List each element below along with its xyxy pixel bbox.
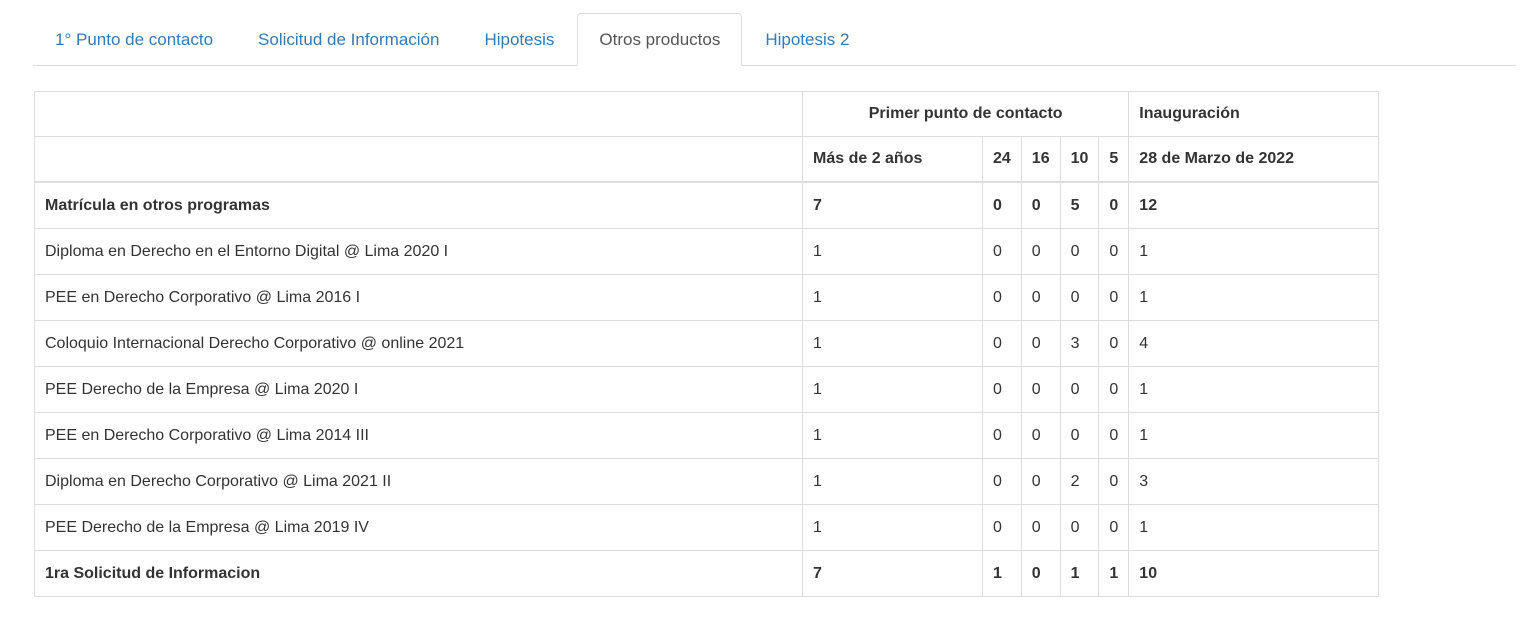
row-label: Matrícula en otros programas xyxy=(34,181,803,229)
sub-header-row: Más de 2 años 24 16 10 5 28 de Marzo de … xyxy=(34,136,1380,183)
row-value: 0 xyxy=(1098,274,1130,321)
row-label: PEE Derecho de la Empresa @ Lima 2019 IV xyxy=(34,504,803,551)
row-value: 0 xyxy=(1020,181,1061,229)
tab-otros-productos[interactable]: Otros productos xyxy=(577,13,743,66)
empty-subheader-cell xyxy=(34,136,803,183)
row-value: 1 xyxy=(802,228,983,275)
table-row: 1ra Solicitud de Informacion 7 1 0 1 1 10 xyxy=(34,550,1380,597)
row-value: 3 xyxy=(1059,320,1100,367)
row-value: 1 xyxy=(802,320,983,367)
row-value: 0 xyxy=(1098,320,1130,367)
row-value: 0 xyxy=(982,228,1022,275)
subheader-cell: 16 xyxy=(1020,136,1061,183)
row-value: 1 xyxy=(1128,412,1380,459)
group-header-row: Primer punto de contacto Inauguración xyxy=(34,91,1380,137)
row-label: Coloquio Internacional Derecho Corporati… xyxy=(34,320,803,367)
row-value: 0 xyxy=(1059,274,1100,321)
row-value: 1 xyxy=(802,274,983,321)
table-row: Matrícula en otros programas 7 0 0 5 0 12 xyxy=(34,181,1380,229)
row-value: 5 xyxy=(1059,181,1100,229)
row-label: Diploma en Derecho Corporativo @ Lima 20… xyxy=(34,458,803,505)
row-value: 7 xyxy=(802,181,983,229)
subheader-cell: 28 de Marzo de 2022 xyxy=(1128,136,1380,183)
row-value: 0 xyxy=(1098,181,1130,229)
subheader-cell: 10 xyxy=(1059,136,1100,183)
row-value: 7 xyxy=(802,550,983,597)
table-row: PEE Derecho de la Empresa @ Lima 2019 IV… xyxy=(34,504,1380,551)
row-value: 0 xyxy=(1098,412,1130,459)
row-value: 2 xyxy=(1059,458,1100,505)
row-value: 1 xyxy=(802,458,983,505)
row-label: 1ra Solicitud de Informacion xyxy=(34,550,803,597)
row-value: 1 xyxy=(1059,550,1100,597)
row-value: 1 xyxy=(1128,504,1380,551)
row-value: 0 xyxy=(1020,274,1061,321)
row-value: 12 xyxy=(1128,181,1380,229)
subheader-cell: 24 xyxy=(982,136,1022,183)
row-value: 1 xyxy=(1128,274,1380,321)
row-value: 0 xyxy=(1020,504,1061,551)
row-value: 0 xyxy=(982,274,1022,321)
row-value: 1 xyxy=(1128,228,1380,275)
row-value: 0 xyxy=(1098,366,1130,413)
row-value: 1 xyxy=(1098,550,1130,597)
table-row: PEE en Derecho Corporativo @ Lima 2014 I… xyxy=(34,412,1380,459)
row-value: 0 xyxy=(1020,320,1061,367)
row-value: 1 xyxy=(802,504,983,551)
row-value: 0 xyxy=(1020,550,1061,597)
table-row: PEE en Derecho Corporativo @ Lima 2016 I… xyxy=(34,274,1380,321)
row-label: PEE Derecho de la Empresa @ Lima 2020 I xyxy=(34,366,803,413)
row-value: 4 xyxy=(1128,320,1380,367)
row-value: 10 xyxy=(1128,550,1380,597)
row-value: 0 xyxy=(1098,458,1130,505)
table-row: PEE Derecho de la Empresa @ Lima 2020 I1… xyxy=(34,366,1380,413)
row-value: 0 xyxy=(1020,366,1061,413)
row-value: 0 xyxy=(982,458,1022,505)
row-value: 0 xyxy=(982,366,1022,413)
row-value: 0 xyxy=(1020,412,1061,459)
table-row: Coloquio Internacional Derecho Corporati… xyxy=(34,320,1380,367)
header-inauguracion: Inauguración xyxy=(1128,91,1380,137)
row-value: 0 xyxy=(1020,228,1061,275)
row-value: 0 xyxy=(1020,458,1061,505)
row-value: 0 xyxy=(982,412,1022,459)
row-value: 1 xyxy=(1128,366,1380,413)
tab-solicitud-informacion[interactable]: Solicitud de Información xyxy=(236,13,461,65)
subheader-cell: 5 xyxy=(1098,136,1130,183)
table-row: Diploma en Derecho en el Entorno Digital… xyxy=(34,228,1380,275)
row-value: 1 xyxy=(802,366,983,413)
empty-header-cell xyxy=(34,91,803,137)
row-value: 1 xyxy=(802,412,983,459)
tab-primer-punto-contacto[interactable]: 1° Punto de contacto xyxy=(33,13,235,65)
tab-hipotesis[interactable]: Hipotesis xyxy=(462,13,576,65)
row-label: Diploma en Derecho en el Entorno Digital… xyxy=(34,228,803,275)
table-row: Diploma en Derecho Corporativo @ Lima 20… xyxy=(34,458,1380,505)
tab-bar: 1° Punto de contacto Solicitud de Inform… xyxy=(33,13,1516,66)
productos-table: Primer punto de contacto Inauguración Má… xyxy=(34,91,1380,597)
row-label: PEE en Derecho Corporativo @ Lima 2014 I… xyxy=(34,412,803,459)
table-body: Matrícula en otros programas 7 0 0 5 0 12 Diplo… xyxy=(34,181,1380,597)
row-label: PEE en Derecho Corporativo @ Lima 2016 I xyxy=(34,274,803,321)
row-value: 0 xyxy=(982,320,1022,367)
page-container: 1° Punto de contacto Solicitud de Inform… xyxy=(33,13,1516,597)
row-value: 0 xyxy=(1059,366,1100,413)
header-primer-punto-contacto: Primer punto de contacto xyxy=(801,91,1130,137)
row-value: 0 xyxy=(1098,504,1130,551)
row-value: 0 xyxy=(982,504,1022,551)
tab-hipotesis-2[interactable]: Hipotesis 2 xyxy=(743,13,871,65)
row-value: 0 xyxy=(1059,504,1100,551)
row-value: 0 xyxy=(1098,228,1130,275)
row-value: 3 xyxy=(1128,458,1380,505)
row-value: 1 xyxy=(982,550,1022,597)
row-value: 0 xyxy=(1059,412,1100,459)
subheader-cell: Más de 2 años xyxy=(802,136,983,183)
row-value: 0 xyxy=(982,181,1022,229)
row-value: 0 xyxy=(1059,228,1100,275)
